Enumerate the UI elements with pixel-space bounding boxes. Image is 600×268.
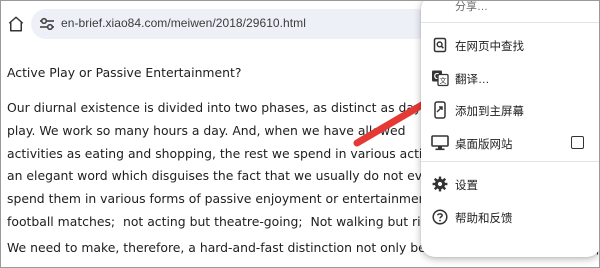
article-title: Active Play or Passive Entertainment?	[7, 65, 242, 80]
menu-item-label: 在网页中查找	[455, 41, 524, 53]
paragraph-line: an elegant word which disguises the fact…	[7, 168, 450, 184]
menu-item-label: 帮助和反馈	[455, 213, 513, 225]
add-to-home-screen-icon	[431, 101, 449, 119]
menu-item-find-in-page[interactable]: 在网页中查找	[421, 28, 599, 62]
browser-screenshot: en-brief.xiao84.com/meiwen/2018/29610.ht…	[0, 0, 600, 268]
translate-icon: G 文	[431, 69, 449, 87]
menu-item-label: 桌面版网站	[455, 139, 513, 151]
paragraph-line: spend them in various forms of passive e…	[7, 191, 460, 207]
gear-icon	[431, 175, 449, 193]
menu-divider	[421, 161, 599, 162]
home-button[interactable]	[5, 13, 27, 35]
url-field[interactable]: en-brief.xiao84.com/meiwen/2018/29610.ht…	[31, 9, 431, 39]
menu-item-translate[interactable]: G 文 翻译…	[421, 61, 599, 95]
find-in-page-icon	[431, 36, 449, 54]
menu-item-label: 翻译…	[455, 74, 490, 86]
menu-item-help-feedback[interactable]: 帮助和反馈	[421, 200, 599, 234]
paragraph-line: football matches; not acting but theatre…	[7, 213, 455, 229]
home-icon	[8, 16, 24, 32]
menu-item-desktop-site[interactable]: 桌面版网站	[421, 126, 599, 160]
menu-item-label: 添加到主屏幕	[455, 106, 524, 118]
help-icon	[431, 208, 449, 226]
desktop-icon	[431, 134, 449, 152]
tune-icon[interactable]	[39, 17, 55, 31]
menu-item-settings[interactable]: 设置	[421, 167, 599, 201]
url-text: en-brief.xiao84.com/meiwen/2018/29610.ht…	[61, 16, 306, 30]
menu-item-share-partial[interactable]: 分享…	[455, 1, 488, 14]
menu-item-add-to-home-screen[interactable]: 添加到主屏幕	[421, 93, 599, 127]
menu-divider	[421, 22, 599, 23]
svg-text:文: 文	[440, 76, 447, 85]
desktop-site-checkbox[interactable]	[571, 136, 584, 149]
menu-item-label: 设置	[455, 180, 478, 192]
overflow-menu: 分享… 在网页中查找 G 文 翻译… 添加到主屏幕 桌面版网站 设置 帮助和反馈	[421, 1, 599, 257]
